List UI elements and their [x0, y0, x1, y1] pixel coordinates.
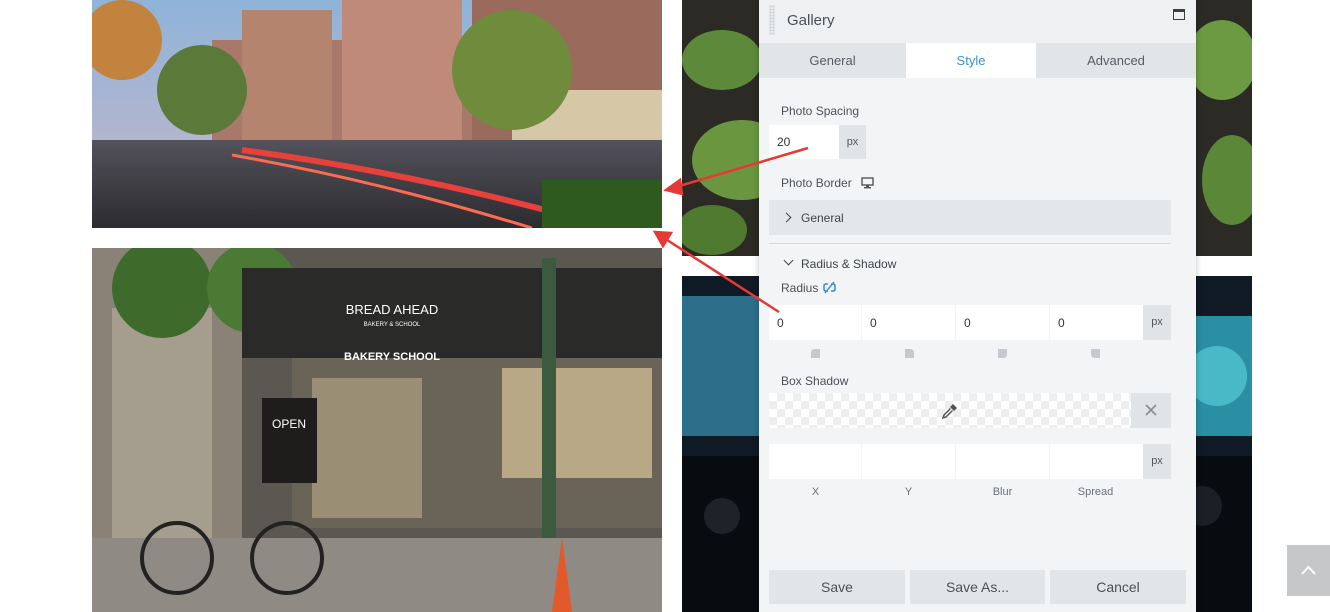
chevron-down-icon: [783, 255, 794, 266]
radius-top-left-input[interactable]: [769, 305, 861, 340]
annotation-arrowhead-spacing: [663, 177, 684, 196]
radius-bottom-right-input[interactable]: [956, 305, 1049, 340]
photo-spacing-label: Photo Spacing: [781, 104, 860, 118]
section-general-label: General: [801, 211, 844, 225]
drag-handle-icon[interactable]: [769, 5, 775, 35]
close-icon: [1145, 404, 1157, 416]
box-shadow-y-input[interactable]: [862, 444, 955, 479]
annotation-arrowhead-radius: [652, 230, 674, 249]
storefront-sub-text: BAKERY & SCHOOL: [364, 322, 421, 328]
maximize-icon[interactable]: [1173, 9, 1185, 20]
photo-spacing-input[interactable]: [769, 125, 839, 159]
gallery-photo-bakery: BREAD AHEAD BAKERY & SCHOOL BAKERY SCHOO…: [92, 248, 662, 612]
storefront-sign-text: BREAD AHEAD: [346, 302, 438, 317]
box-shadow-clear-button[interactable]: [1131, 393, 1171, 428]
divider: [769, 243, 1171, 244]
corner-bottom-left-icon: [1091, 349, 1100, 358]
panel-header[interactable]: Gallery: [759, 0, 1196, 43]
cancel-button[interactable]: Cancel: [1050, 570, 1186, 604]
save-as-button[interactable]: Save As...: [910, 570, 1045, 604]
responsive-desktop-icon[interactable]: [861, 177, 874, 189]
gallery-settings-panel: Gallery General Style Advanced Photo Spa…: [759, 0, 1196, 612]
tab-general[interactable]: General: [759, 43, 906, 78]
box-shadow-x-label: X: [811, 486, 820, 498]
section-radius-shadow[interactable]: Radius & Shadow: [769, 254, 1171, 274]
awning-text: BAKERY SCHOOL: [344, 351, 440, 363]
box-shadow-blur-label: Blur: [992, 486, 1013, 498]
tab-advanced[interactable]: Advanced: [1036, 43, 1196, 78]
radius-top-right-input[interactable]: [862, 305, 955, 340]
back-to-top-button[interactable]: [1287, 545, 1330, 596]
radius-bottom-left-input[interactable]: [1050, 305, 1143, 340]
photo-border-label: Photo Border: [781, 176, 852, 190]
section-general[interactable]: General: [769, 200, 1171, 235]
eyedropper-icon[interactable]: [941, 402, 959, 420]
link-icon[interactable]: [823, 281, 836, 294]
panel-body: Photo Spacing px Photo Border General Ra…: [759, 78, 1196, 612]
chevron-right-icon: [781, 212, 792, 223]
box-shadow-blur-input[interactable]: [956, 444, 1049, 479]
tab-style[interactable]: Style: [906, 43, 1036, 78]
box-shadow-x-input[interactable]: [769, 444, 861, 479]
gallery-photo-street: [92, 0, 662, 228]
box-shadow-y-label: Y: [904, 486, 913, 498]
box-shadow-spread-input[interactable]: [1050, 444, 1143, 479]
radius-label: Radius: [781, 281, 819, 295]
chalkboard-text: OPEN: [272, 417, 306, 431]
box-shadow-unit: px: [1143, 444, 1171, 479]
corner-top-right-icon: [905, 349, 914, 358]
box-shadow-color-picker[interactable]: [769, 393, 1131, 428]
panel-tabs: General Style Advanced: [759, 43, 1196, 78]
photo-spacing-unit: px: [839, 125, 866, 159]
box-shadow-spread-label: Spread: [1077, 486, 1114, 498]
radius-unit: px: [1143, 305, 1171, 340]
save-button[interactable]: Save: [769, 570, 905, 604]
corner-bottom-right-icon: [998, 349, 1007, 358]
corner-top-left-icon: [811, 349, 820, 358]
panel-title: Gallery: [787, 12, 835, 29]
chevron-up-icon: [1301, 565, 1316, 575]
section-radius-shadow-label: Radius & Shadow: [801, 257, 897, 271]
box-shadow-label: Box Shadow: [781, 374, 849, 388]
